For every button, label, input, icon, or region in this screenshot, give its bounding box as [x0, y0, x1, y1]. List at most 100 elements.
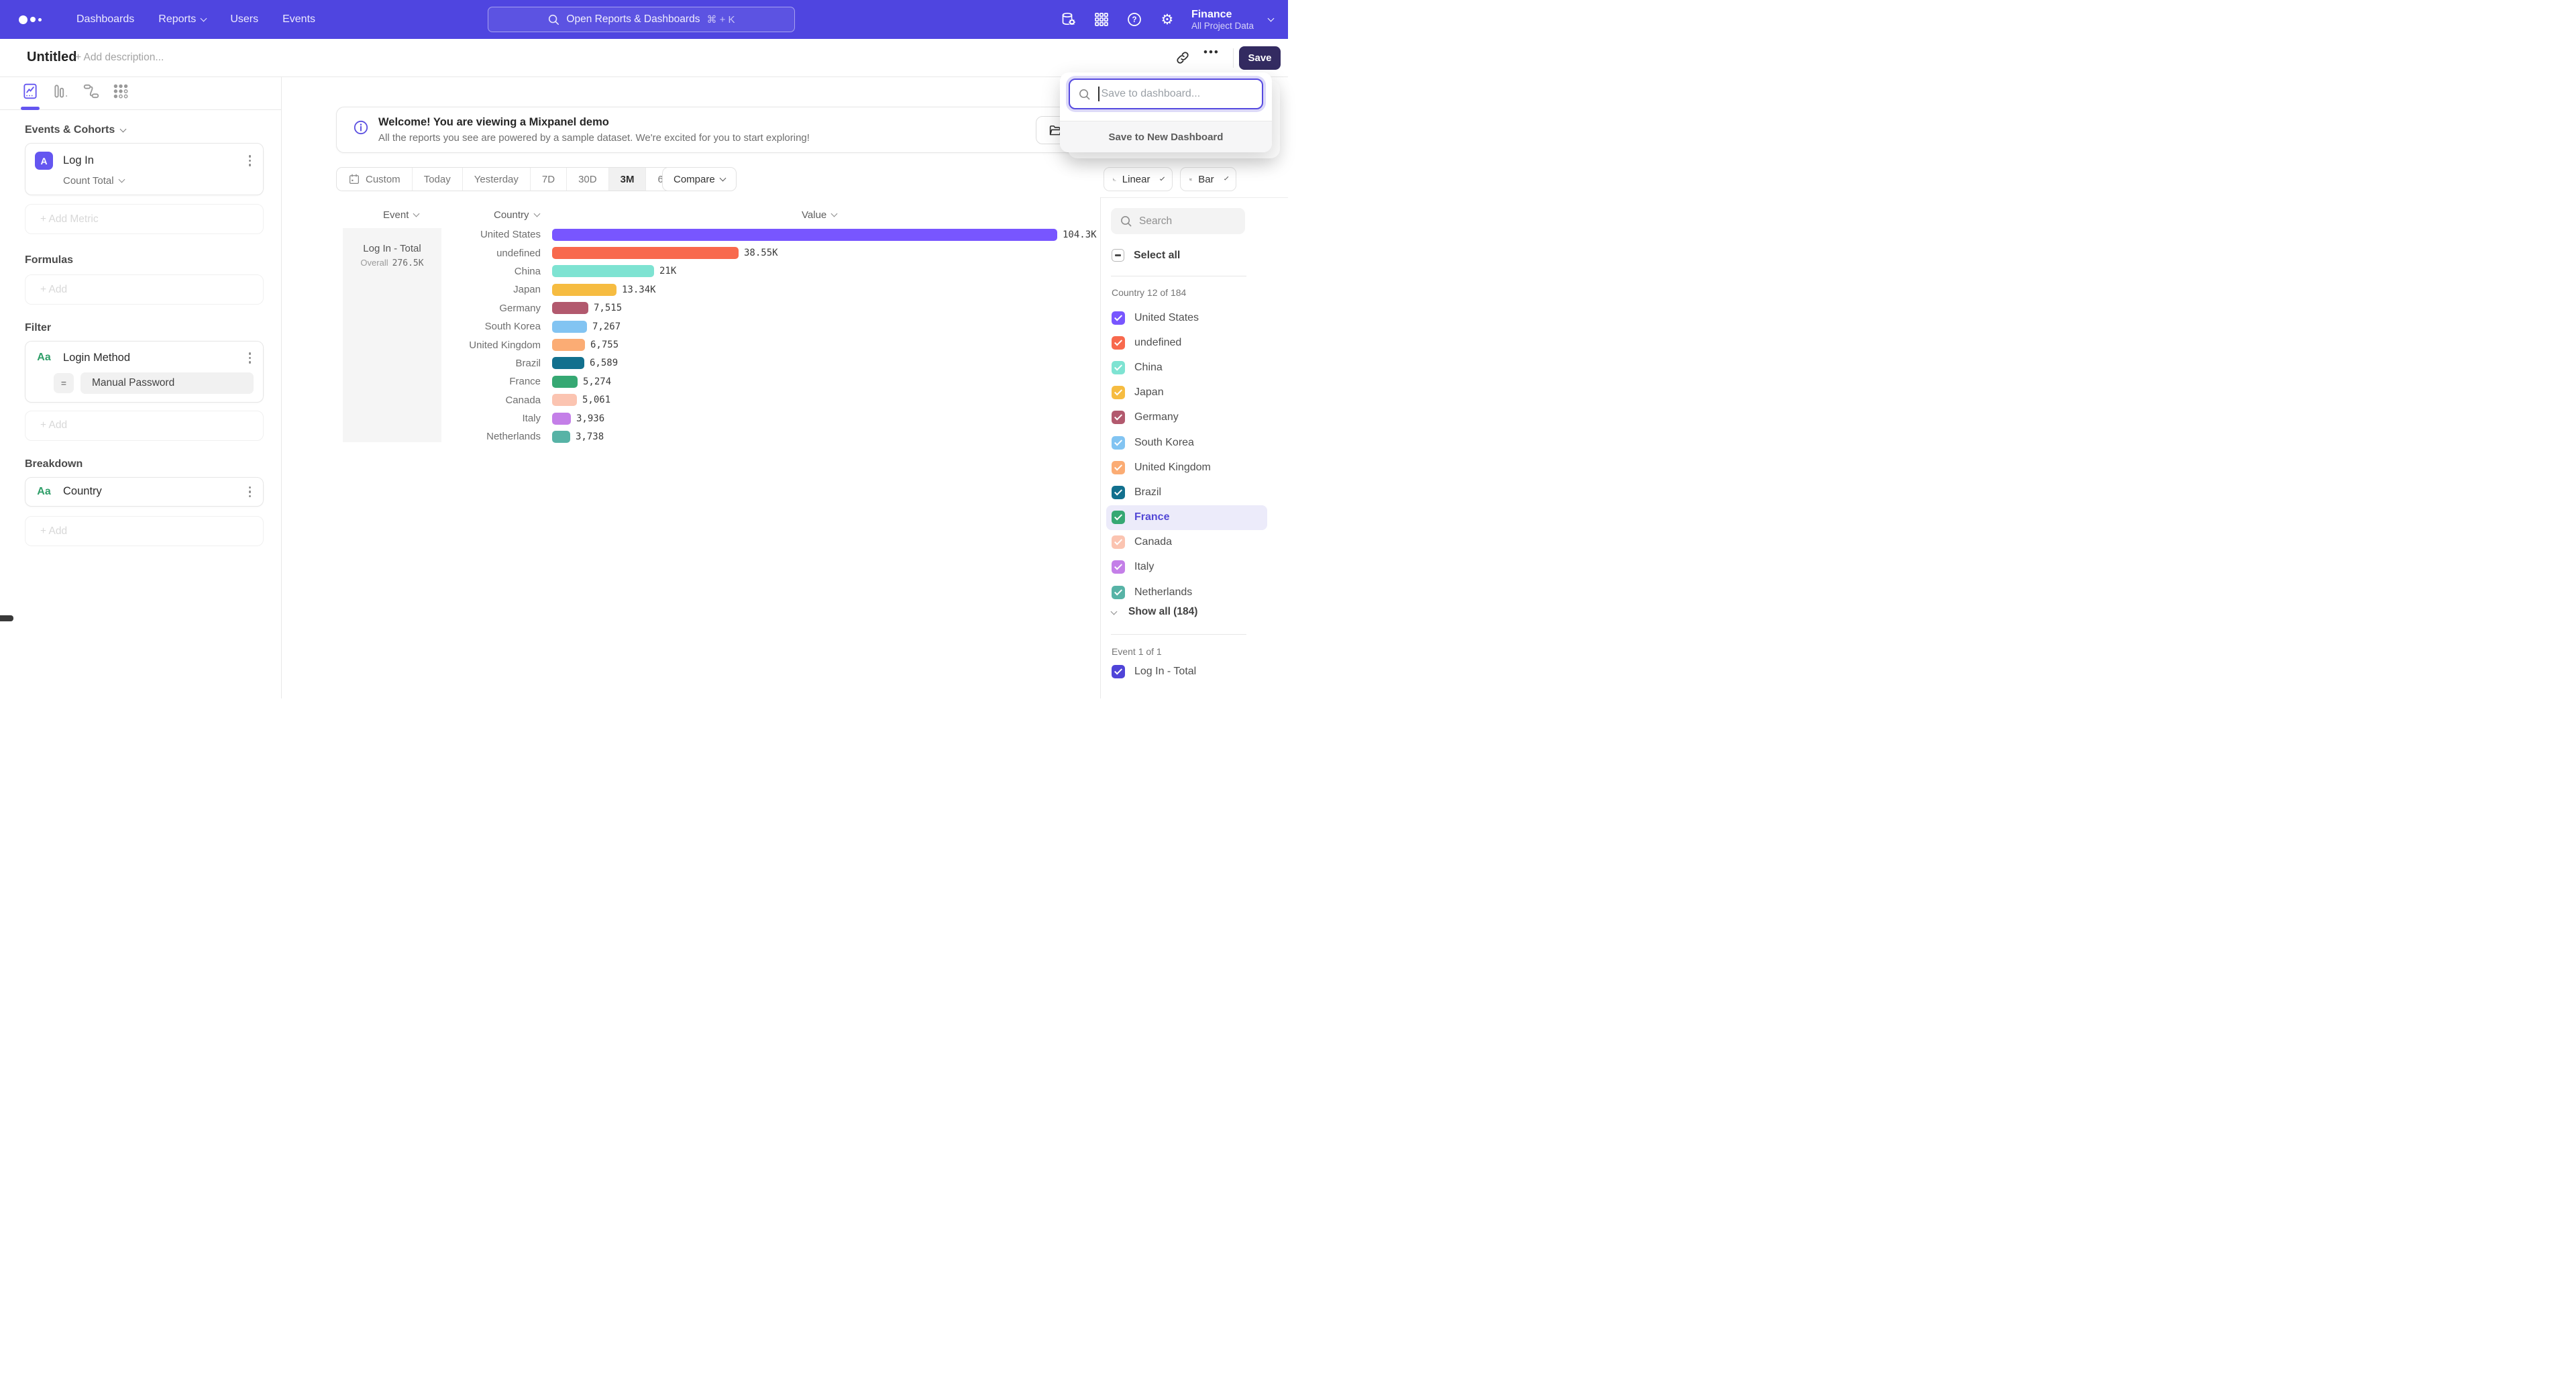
legend-item-south-korea[interactable]: South Korea: [1106, 430, 1267, 455]
banner-title: Welcome! You are viewing a Mixpanel demo: [378, 116, 609, 129]
checked-checkbox-icon[interactable]: [1112, 361, 1125, 374]
range-yesterday[interactable]: Yesterday: [463, 168, 531, 191]
breakdown-card-country[interactable]: Aa Country: [25, 477, 264, 507]
add-breakdown-button[interactable]: + Add: [25, 516, 264, 546]
legend-item-germany[interactable]: Germany: [1106, 405, 1267, 430]
legend-item-italy[interactable]: Italy: [1106, 555, 1267, 580]
bar-segment[interactable]: [552, 247, 739, 259]
select-all-checkbox[interactable]: Select all: [1112, 249, 1180, 262]
column-header-value[interactable]: Value: [802, 209, 837, 221]
column-header-event[interactable]: Event: [383, 209, 419, 221]
compare-button[interactable]: Compare: [662, 167, 737, 191]
range-7d[interactable]: 7D: [531, 168, 567, 191]
checked-checkbox-icon[interactable]: [1112, 411, 1125, 424]
global-search-input[interactable]: Open Reports & Dashboards ⌘ + K: [488, 7, 795, 32]
events-cohorts-header[interactable]: Events & Cohorts: [25, 124, 264, 136]
checked-checkbox-icon[interactable]: [1112, 336, 1125, 350]
range-custom[interactable]: Custom: [337, 168, 413, 191]
add-metric-button[interactable]: + Add Metric: [25, 204, 264, 234]
operator-chip[interactable]: =: [54, 373, 74, 393]
legend-item-label: South Korea: [1134, 437, 1194, 449]
legend-item-japan[interactable]: Japan: [1106, 380, 1267, 405]
show-all-toggle[interactable]: Show all (184): [1112, 606, 1197, 618]
bar-row-canada: Canada5,061: [429, 391, 1100, 409]
more-options-icon[interactable]: •••: [1203, 46, 1220, 59]
kebab-menu-icon[interactable]: [246, 484, 254, 501]
legend-item-undefined[interactable]: undefined: [1106, 330, 1267, 355]
project-selector[interactable]: Finance All Project Data: [1191, 8, 1273, 31]
bar-row-south-korea: South Korea7,267: [429, 317, 1100, 335]
nav-item-users[interactable]: Users: [230, 13, 258, 25]
scale-selector-button[interactable]: Linear: [1104, 167, 1173, 191]
legend-item-china[interactable]: China: [1106, 355, 1267, 380]
legend-item-united-kingdom[interactable]: United Kingdom: [1106, 455, 1267, 480]
kebab-menu-icon[interactable]: [246, 152, 254, 169]
bar-segment[interactable]: [552, 339, 585, 351]
apps-grid-icon[interactable]: [1093, 11, 1110, 28]
legend-item-united-states[interactable]: United States: [1106, 305, 1267, 330]
nav-item-dashboards[interactable]: Dashboards: [76, 13, 134, 25]
chart-type-button[interactable]: Bar: [1180, 167, 1236, 191]
tab-funnels[interactable]: [52, 83, 70, 100]
save-to-new-dashboard-button[interactable]: Save to New Dashboard: [1060, 121, 1272, 152]
column-header-country[interactable]: Country: [494, 209, 539, 221]
legend-event-item[interactable]: Log In - Total: [1112, 665, 1196, 678]
add-description-field[interactable]: + Add description...: [75, 52, 164, 64]
range-today[interactable]: Today: [413, 168, 463, 191]
checked-checkbox-icon[interactable]: [1112, 386, 1125, 399]
add-formula-button[interactable]: + Add: [25, 274, 264, 305]
report-title[interactable]: Untitled: [27, 50, 76, 65]
bar-segment[interactable]: [552, 413, 571, 425]
nav-item-reports[interactable]: Reports: [158, 13, 206, 25]
data-management-icon[interactable]: [1060, 11, 1077, 28]
tab-insights[interactable]: [21, 83, 39, 100]
bar-segment[interactable]: [552, 265, 654, 277]
bar-segment[interactable]: [552, 284, 616, 296]
copy-link-icon[interactable]: [1175, 50, 1190, 65]
banner-subtitle: All the reports you see are powered by a…: [378, 132, 810, 144]
bar-segment[interactable]: [552, 357, 584, 369]
legend-search-input[interactable]: Search: [1111, 208, 1245, 234]
legend-item-netherlands[interactable]: Netherlands: [1106, 580, 1267, 605]
checked-checkbox-icon[interactable]: [1112, 560, 1125, 574]
bar-segment[interactable]: [552, 321, 587, 333]
bar-segment[interactable]: [552, 229, 1057, 241]
bar-segment[interactable]: [552, 431, 570, 443]
checked-checkbox-icon[interactable]: [1112, 436, 1125, 450]
kebab-menu-icon[interactable]: [246, 350, 254, 366]
help-icon[interactable]: ?: [1126, 11, 1143, 28]
settings-gear-icon[interactable]: ⚙: [1159, 11, 1176, 28]
tab-flows[interactable]: [83, 83, 100, 100]
tab-retention[interactable]: [112, 83, 129, 100]
legend-item-brazil[interactable]: Brazil: [1106, 480, 1267, 505]
legend-item-canada[interactable]: Canada: [1106, 530, 1267, 555]
range-30d[interactable]: 30D: [567, 168, 609, 191]
add-filter-button[interactable]: + Add: [25, 411, 264, 441]
filter-card-login-method[interactable]: Aa Login Method = Manual Password: [25, 341, 264, 403]
bar-segment[interactable]: [552, 376, 578, 388]
bar-segment[interactable]: [552, 394, 577, 406]
bar-segment[interactable]: [552, 302, 588, 314]
legend-item-france[interactable]: France: [1106, 505, 1267, 530]
checked-checkbox-icon[interactable]: [1112, 486, 1125, 499]
mixpanel-logo-icon[interactable]: [19, 15, 42, 24]
checked-checkbox-icon[interactable]: [1112, 586, 1125, 599]
filter-value-chip[interactable]: Manual Password: [80, 372, 254, 394]
checked-checkbox-icon[interactable]: [1112, 511, 1125, 524]
event-letter-badge: A: [35, 152, 53, 170]
scrollbar-thumb[interactable]: [0, 615, 13, 621]
checked-checkbox-icon[interactable]: [1112, 535, 1125, 549]
save-button[interactable]: Save: [1239, 46, 1281, 70]
save-dashboard-search-input[interactable]: Save to dashboard...: [1069, 79, 1263, 109]
checked-checkbox-icon[interactable]: [1112, 461, 1125, 474]
range-3m[interactable]: 3M: [609, 168, 647, 191]
filter-property-name: Login Method: [63, 352, 246, 364]
metric-card-log-in[interactable]: A Log In Count Total: [25, 143, 264, 195]
legend-item-label: China: [1134, 362, 1163, 374]
checked-checkbox-icon[interactable]: [1112, 311, 1125, 325]
nav-item-events[interactable]: Events: [282, 13, 315, 25]
bar-value-label: 13.34K: [622, 284, 656, 295]
divider: [1111, 634, 1246, 635]
aggregation-selector[interactable]: Count Total: [63, 175, 254, 187]
event-series-cell[interactable]: Log In - Total Overall276.5K: [343, 228, 441, 442]
